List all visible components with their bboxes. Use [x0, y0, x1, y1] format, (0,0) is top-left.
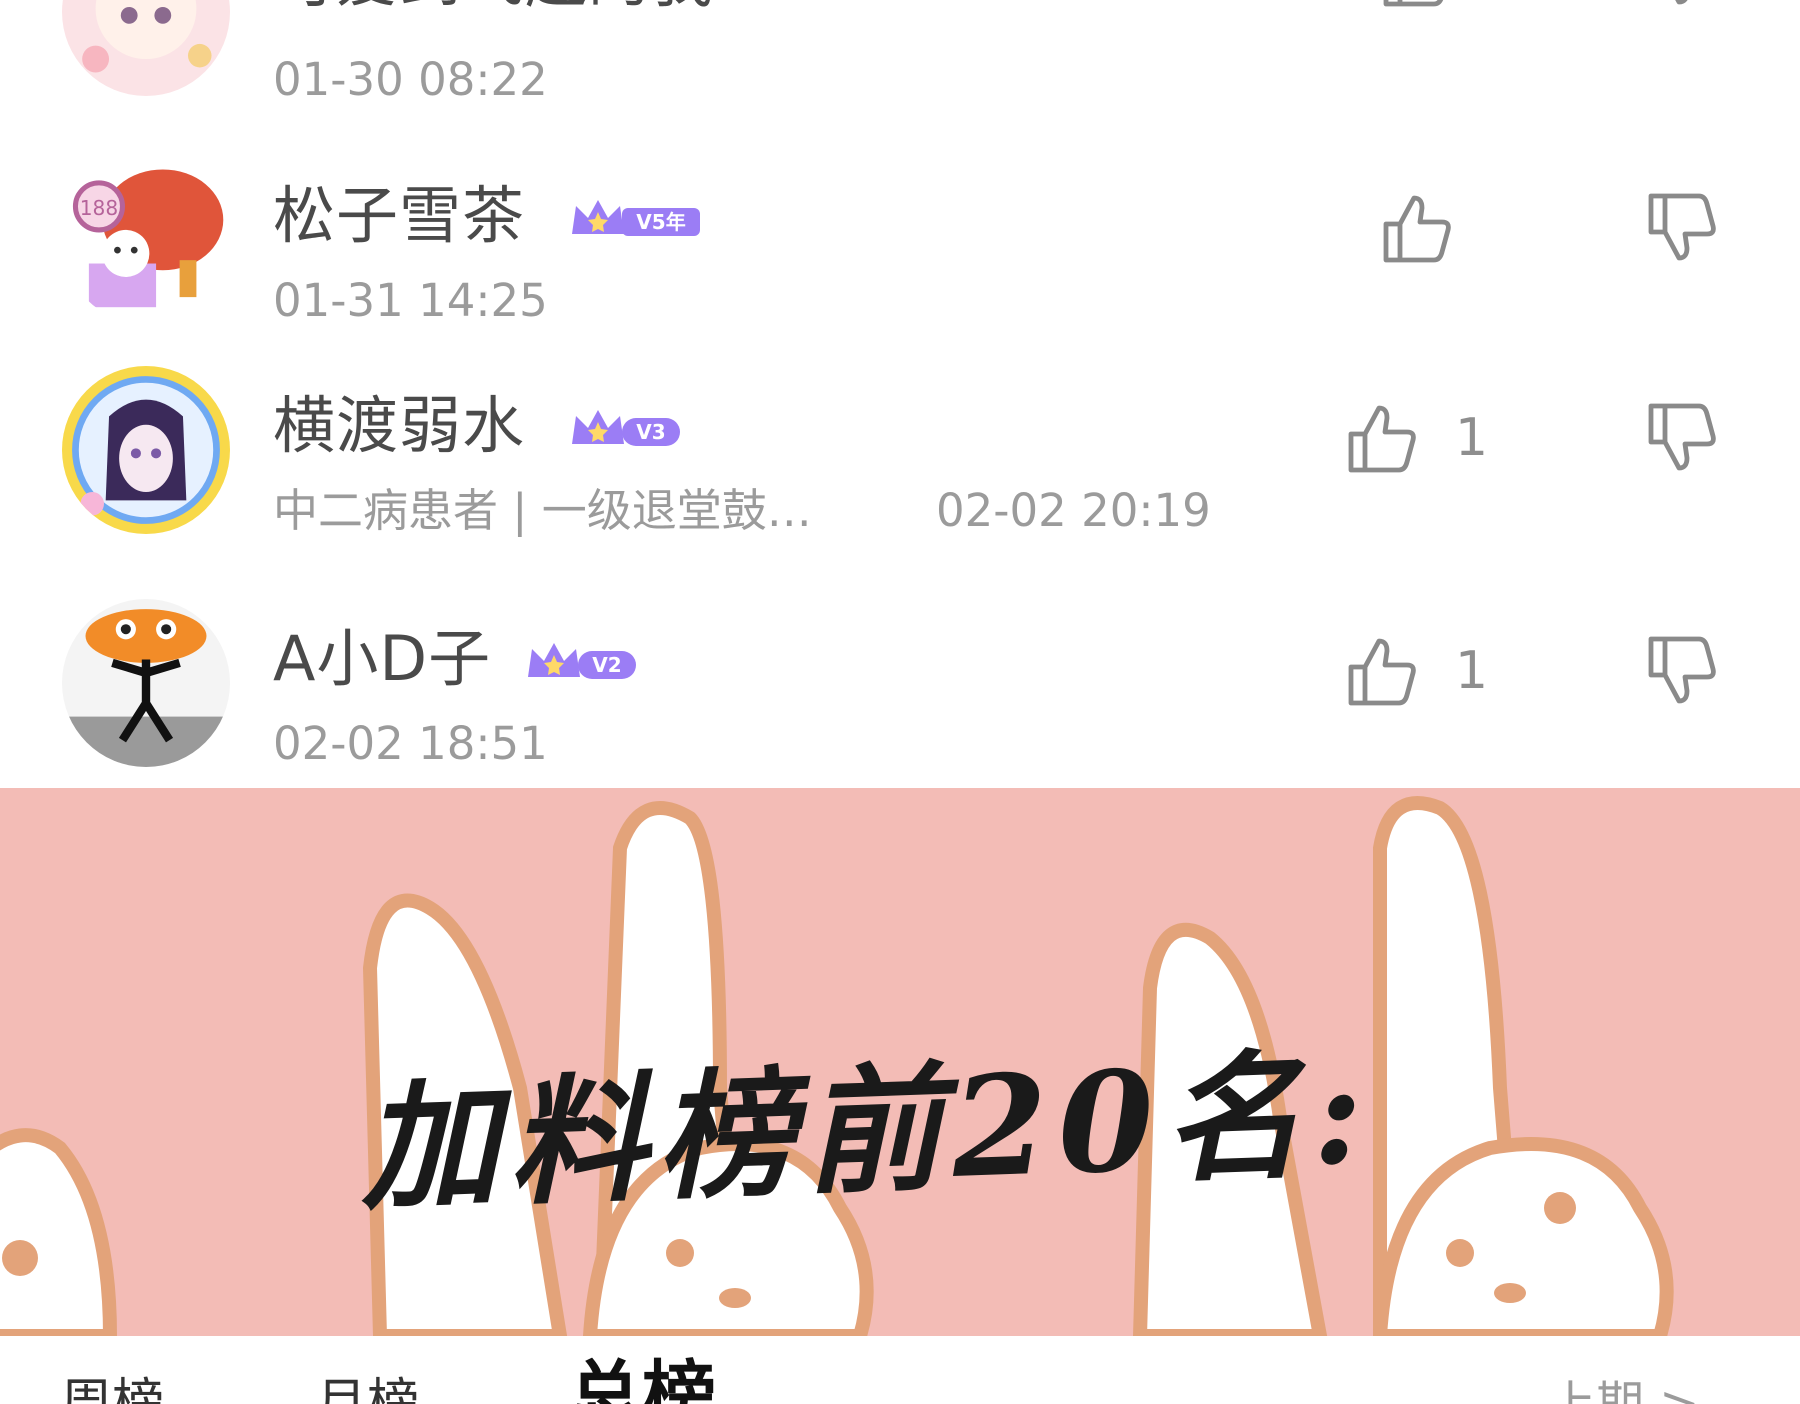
comment-row: 横渡弱水 V3 中二病患者 | 一级退堂鼓… 02-02 20:19 1	[0, 360, 1800, 570]
comment-time: 02-02 20:19	[936, 484, 1211, 537]
svg-text:V5年: V5年	[636, 210, 685, 234]
thumbs-down-icon	[1648, 193, 1716, 261]
comment-row: 可爱到飞起的我 01-30 08:22	[0, 0, 1800, 132]
svg-text:188: 188	[80, 196, 118, 220]
like-button[interactable]	[1343, 631, 1423, 711]
thumbs-up-icon	[1383, 195, 1451, 263]
vip-badge-icon: V3	[572, 410, 680, 446]
comment-list: 可爱到飞起的我 01-30 08:22 188 松子雪茶	[0, 0, 1800, 788]
user-avatar[interactable]	[62, 366, 230, 534]
thumbs-down-icon	[1648, 636, 1716, 704]
thumbs-down-icon	[1675, 0, 1688, 5]
dislike-button[interactable]	[1643, 0, 1723, 12]
vip-badge-icon: V5年	[572, 200, 700, 236]
user-avatar[interactable]	[62, 599, 230, 767]
username[interactable]: 松子雪茶	[273, 178, 525, 254]
thumbs-up-icon	[1383, 0, 1444, 7]
last-period-link[interactable]: 上期 >	[1548, 1374, 1699, 1404]
rank-banner: 加料榜前20名:	[0, 788, 1800, 1336]
banner-title: 加料榜前20名:	[357, 1031, 1376, 1230]
username[interactable]: 横渡弱水	[273, 388, 525, 464]
dislike-button[interactable]	[1643, 188, 1723, 268]
username[interactable]: A小D子	[273, 621, 491, 697]
ranking-tabs: 周榜 月榜 总榜 上期 >	[0, 1336, 1800, 1404]
comment-time: 01-31 14:25	[273, 274, 548, 327]
dislike-button[interactable]	[1643, 631, 1723, 711]
comment-row: 188 松子雪茶 V5年 01-31 14:25	[0, 150, 1800, 360]
tab-total[interactable]: 总榜	[568, 1356, 716, 1404]
tab-monthly[interactable]: 月榜	[315, 1374, 419, 1404]
like-count: 1	[1455, 641, 1489, 701]
vip-badge-icon: V2	[528, 643, 636, 679]
user-avatar[interactable]	[62, 0, 230, 96]
thumbs-up-icon	[1348, 405, 1416, 473]
tab-weekly[interactable]: 周榜	[60, 1374, 164, 1404]
comment-row: A小D子 V2 02-02 18:51 1	[0, 593, 1800, 788]
like-button[interactable]	[1378, 188, 1458, 268]
thumbs-up-icon	[1348, 638, 1416, 706]
thumbs-down-icon	[1648, 403, 1716, 471]
like-count: 1	[1455, 408, 1489, 468]
svg-text:V3: V3	[636, 420, 665, 444]
comment-time: 02-02 18:51	[273, 717, 548, 770]
dislike-button[interactable]	[1643, 398, 1723, 478]
user-avatar[interactable]: 188	[62, 156, 230, 324]
like-button[interactable]	[1343, 398, 1423, 478]
comment-time: 01-30 08:22	[273, 53, 548, 106]
user-bio: 中二病患者 | 一级退堂鼓…	[273, 484, 812, 537]
svg-text:V2: V2	[592, 653, 621, 677]
like-button[interactable]	[1378, 0, 1458, 12]
username[interactable]: 可爱到飞起的我	[273, 0, 714, 18]
